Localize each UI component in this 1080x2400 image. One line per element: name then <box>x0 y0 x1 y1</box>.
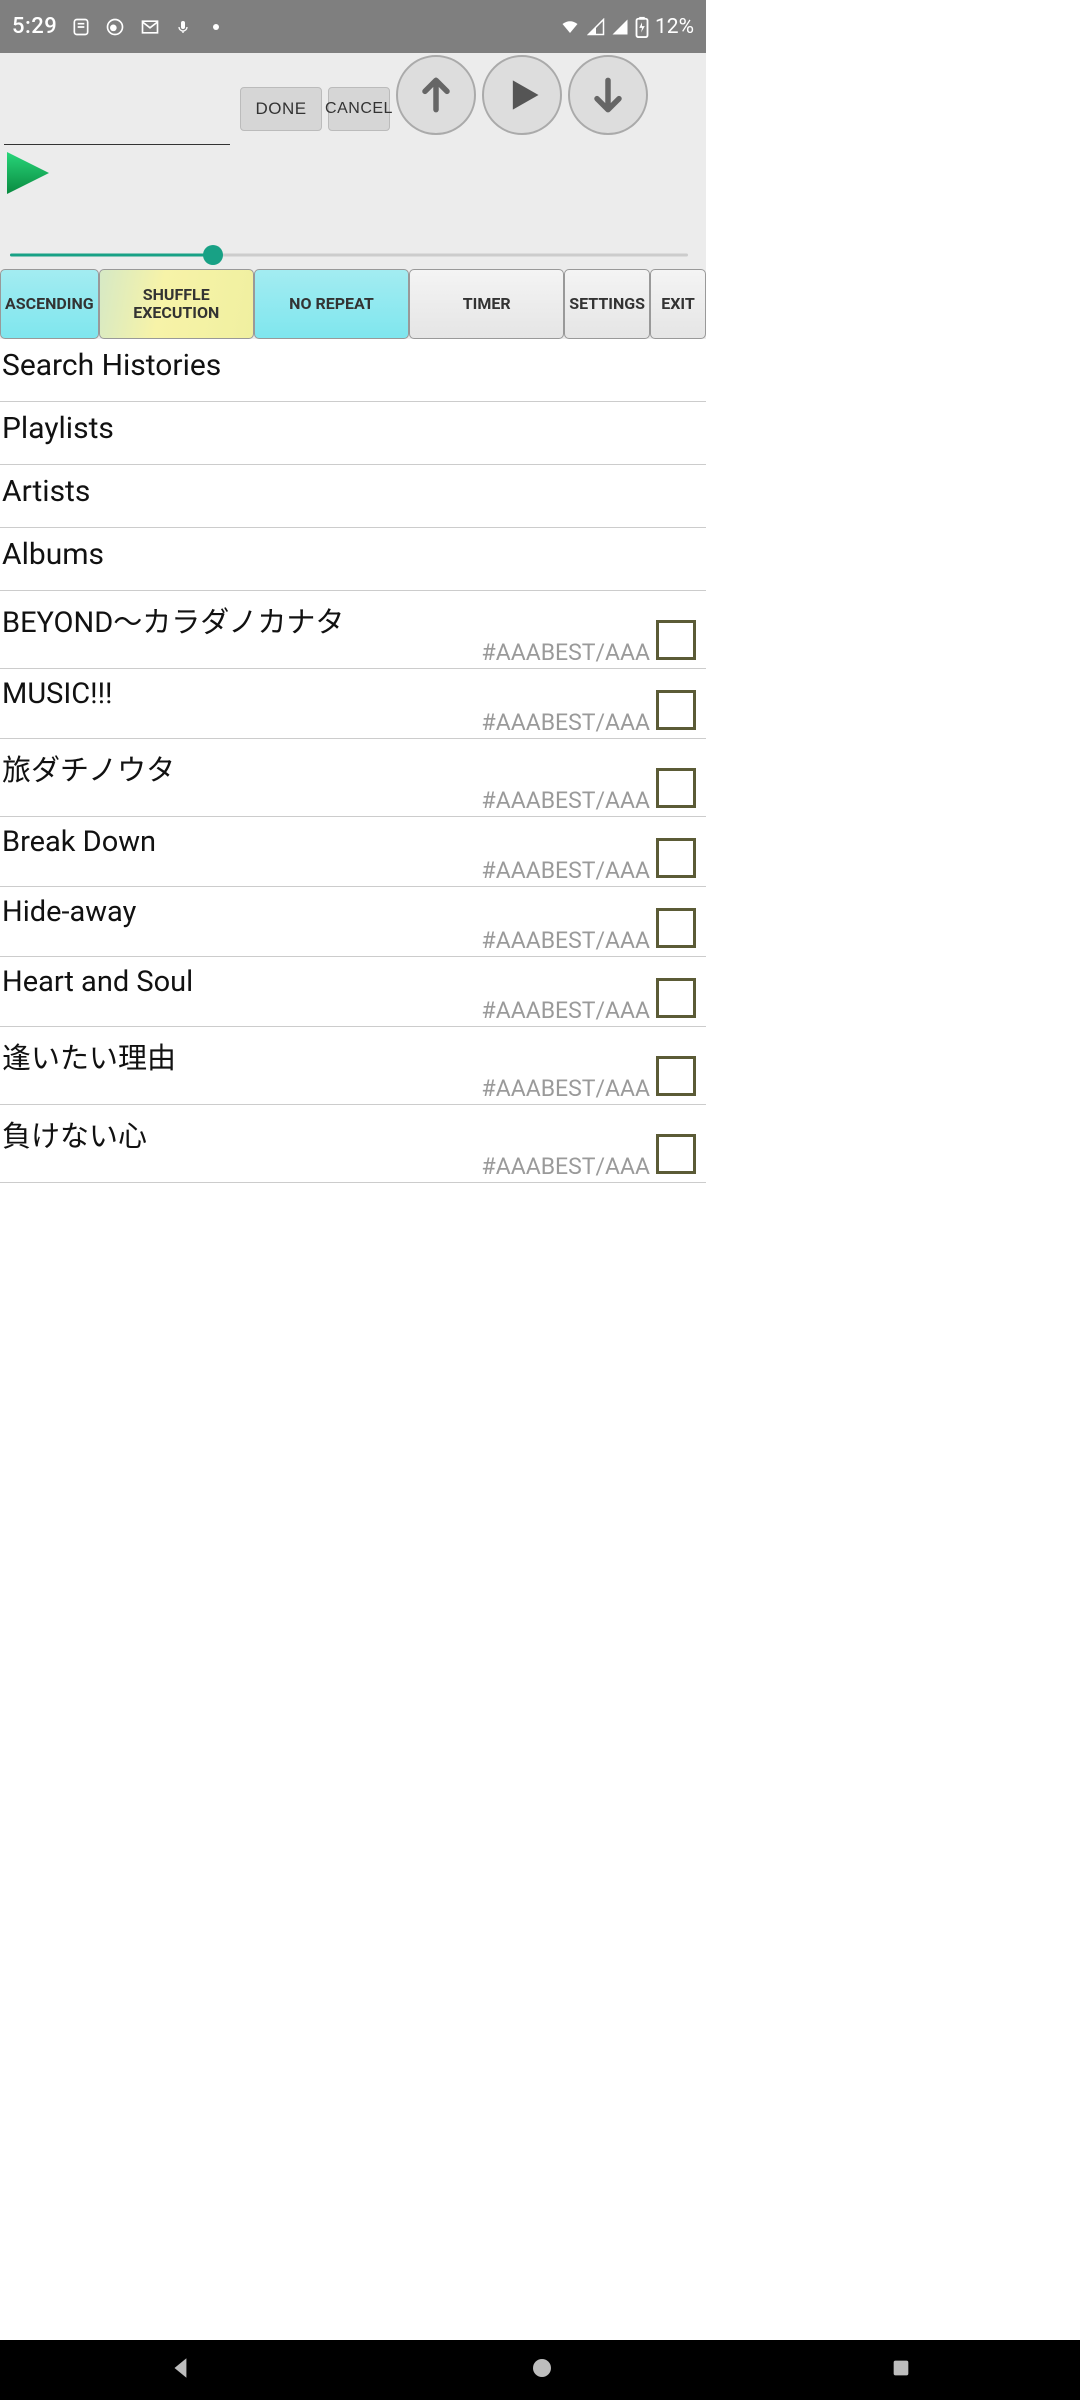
track-checkbox[interactable] <box>656 620 696 660</box>
track-checkbox[interactable] <box>656 838 696 878</box>
app-icon-1 <box>71 17 91 37</box>
track-meta: #AAABEST/AAA <box>482 997 650 1024</box>
signal-icon-1 <box>587 18 605 36</box>
track-checkbox[interactable] <box>656 690 696 730</box>
track-checkbox[interactable] <box>656 1056 696 1096</box>
play-button[interactable] <box>0 145 56 205</box>
track-checkbox[interactable] <box>656 978 696 1018</box>
shuffle-button[interactable]: SHUFFLE EXECUTION <box>99 269 254 339</box>
mode-buttons: ASCENDING SHUFFLE EXECUTION NO REPEAT TI… <box>0 269 706 339</box>
track-meta: #AAABEST/AAA <box>482 639 650 666</box>
timer-button[interactable]: TIMER <box>409 269 564 339</box>
track-text: BEYOND～カラダノカナタ #AAABEST/AAA <box>2 599 650 666</box>
track-title: Heart and Soul <box>2 965 193 999</box>
track-text: MUSIC!!! #AAABEST/AAA <box>2 677 650 736</box>
track-title: 旅ダチノウタ <box>2 747 175 789</box>
exit-button[interactable]: EXIT <box>650 269 706 339</box>
track-item[interactable]: Heart and Soul #AAABEST/AAA <box>0 957 706 1027</box>
slider-thumb[interactable] <box>203 245 223 265</box>
track-text: 逢いたい理由 #AAABEST/AAA <box>2 1035 650 1102</box>
nav-home-icon <box>530 2356 554 2380</box>
track-meta: #AAABEST/AAA <box>482 787 650 814</box>
track-item[interactable]: Hide-away #AAABEST/AAA <box>0 887 706 957</box>
status-right: 12% <box>559 15 694 39</box>
search-input[interactable] <box>4 105 230 145</box>
track-title: BEYOND～カラダノカナタ <box>2 599 344 641</box>
gmail-icon <box>139 17 161 37</box>
track-item[interactable]: 負けない心 #AAABEST/AAA <box>0 1105 706 1183</box>
nav-back-icon <box>168 2355 194 2381</box>
nav-recent-icon <box>890 2357 912 2379</box>
section-item[interactable]: Albums <box>0 528 706 591</box>
track-title: Break Down <box>2 825 156 859</box>
track-checkbox[interactable] <box>656 1134 696 1174</box>
track-title: Hide-away <box>2 895 136 929</box>
play-area <box>0 145 706 235</box>
track-title: 負けない心 <box>2 1113 147 1155</box>
signal-icon-2 <box>611 18 629 36</box>
section-item[interactable]: Search Histories <box>0 339 706 402</box>
mic-icon <box>175 17 191 37</box>
content-list: Search HistoriesPlaylistsArtistsAlbums B… <box>0 339 706 1183</box>
progress-slider[interactable] <box>10 243 688 267</box>
track-meta: #AAABEST/AAA <box>482 709 650 736</box>
status-dot-icon <box>213 24 219 30</box>
track-meta: #AAABEST/AAA <box>482 927 650 954</box>
track-checkbox[interactable] <box>656 768 696 808</box>
wifi-icon <box>559 18 581 36</box>
down-button[interactable] <box>568 55 648 135</box>
section-item[interactable]: Playlists <box>0 402 706 465</box>
track-meta: #AAABEST/AAA <box>482 1153 650 1180</box>
cancel-button[interactable]: CANCEL <box>328 87 390 131</box>
track-text: 旅ダチノウタ #AAABEST/AAA <box>2 747 650 814</box>
play-circle-button[interactable] <box>482 55 562 135</box>
battery-text: 12% <box>655 15 694 39</box>
track-meta: #AAABEST/AAA <box>482 857 650 884</box>
track-item[interactable]: MUSIC!!! #AAABEST/AAA <box>0 669 706 739</box>
arrow-up-icon <box>414 73 458 117</box>
track-item[interactable]: 逢いたい理由 #AAABEST/AAA <box>0 1027 706 1105</box>
track-meta: #AAABEST/AAA <box>482 1075 650 1102</box>
nav-home-button[interactable] <box>530 2356 554 2384</box>
track-item[interactable]: Break Down #AAABEST/AAA <box>0 817 706 887</box>
track-text: 負けない心 #AAABEST/AAA <box>2 1113 650 1180</box>
ascending-button[interactable]: ASCENDING <box>0 269 99 339</box>
track-title: 逢いたい理由 <box>2 1035 176 1077</box>
top-row: DONE CANCEL <box>0 53 706 145</box>
track-item[interactable]: 旅ダチノウタ #AAABEST/AAA <box>0 739 706 817</box>
arrow-down-icon <box>586 73 630 117</box>
up-button[interactable] <box>396 55 476 135</box>
play-green-icon <box>0 145 56 201</box>
track-text: Heart and Soul #AAABEST/AAA <box>2 965 650 1024</box>
track-text: Break Down #AAABEST/AAA <box>2 825 650 884</box>
settings-button[interactable]: SETTINGS <box>564 269 650 339</box>
nav-recent-button[interactable] <box>890 2357 912 2383</box>
play-icon <box>500 73 544 117</box>
system-nav-bar <box>0 2340 1080 2400</box>
track-title: MUSIC!!! <box>2 677 113 711</box>
track-item[interactable]: BEYOND～カラダノカナタ #AAABEST/AAA <box>0 591 706 669</box>
progress-slider-wrap <box>0 235 706 269</box>
battery-icon <box>635 16 649 38</box>
track-text: Hide-away #AAABEST/AAA <box>2 895 650 954</box>
no-repeat-button[interactable]: NO REPEAT <box>254 269 409 339</box>
nav-back-button[interactable] <box>168 2355 194 2385</box>
top-controls: DONE CANCEL ASCENDING S <box>0 53 706 339</box>
status-left: 5:29 <box>12 14 219 39</box>
slider-fill <box>10 254 213 257</box>
status-bar: 5:29 12% <box>0 0 706 53</box>
app-icon-2 <box>105 17 125 37</box>
track-checkbox[interactable] <box>656 908 696 948</box>
done-button[interactable]: DONE <box>240 87 322 131</box>
section-item[interactable]: Artists <box>0 465 706 528</box>
status-time: 5:29 <box>12 14 57 39</box>
